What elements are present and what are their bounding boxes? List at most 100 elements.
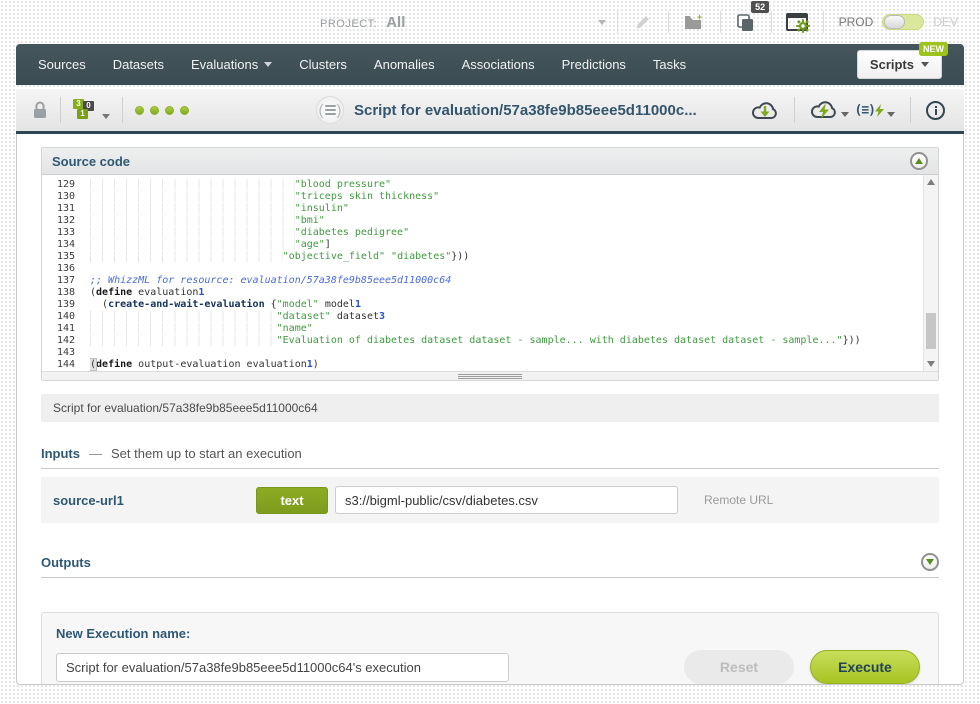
folder-plus-icon: + bbox=[684, 14, 704, 31]
divider bbox=[617, 11, 618, 33]
chevron-down-icon bbox=[926, 559, 934, 565]
top-header: PROJECT: All + 52 bbox=[0, 0, 980, 44]
chevron-down-icon bbox=[887, 112, 895, 117]
divider bbox=[771, 11, 772, 33]
code-line bbox=[90, 263, 922, 275]
nav-item-predictions[interactable]: Predictions bbox=[562, 57, 626, 72]
info-icon bbox=[926, 101, 945, 120]
divider bbox=[794, 97, 795, 123]
execution-panel: New Execution name: Reset Execute bbox=[41, 612, 939, 685]
switch-knob bbox=[884, 15, 905, 29]
download-button[interactable] bbox=[748, 100, 782, 121]
nav-item-associations[interactable]: Associations bbox=[462, 57, 535, 72]
resource-step-dots bbox=[135, 106, 189, 115]
line-number: 142 bbox=[42, 335, 75, 347]
scroll-up-arrow[interactable] bbox=[927, 179, 935, 185]
execution-name-input[interactable] bbox=[56, 653, 509, 682]
page-title: Script for evaluation/57a38fe9b85eee5d11… bbox=[354, 102, 697, 119]
lock-icon[interactable] bbox=[32, 100, 48, 120]
execution-row: Reset Execute bbox=[56, 650, 924, 684]
toolbar-actions: (≡) bbox=[748, 97, 948, 123]
line-number: 139 bbox=[42, 299, 75, 311]
outputs-title: Outputs bbox=[41, 555, 91, 570]
code-editor[interactable]: 1291301311321331341351361371381391401411… bbox=[42, 175, 938, 371]
tasks-count-badge: 52 bbox=[751, 1, 769, 13]
project-select[interactable]: PROJECT: All bbox=[320, 14, 606, 31]
nav-item-anomalies[interactable]: Anomalies bbox=[374, 57, 435, 72]
input-row: source-url1 text Remote URL bbox=[41, 477, 939, 523]
nav-item-datasets[interactable]: Datasets bbox=[113, 57, 164, 72]
main-content: Source code 1291301311321331341351361371… bbox=[16, 134, 964, 685]
resource-toolbar: 3 0 1 () Script for evaluation/57a38fe9b… bbox=[16, 89, 964, 134]
line-number: 132 bbox=[42, 215, 75, 227]
script-icon: () bbox=[316, 96, 344, 124]
code-line: (define evaluation1 bbox=[90, 287, 922, 299]
grip-icon bbox=[458, 374, 522, 379]
cloud-execute-menu[interactable] bbox=[807, 100, 852, 121]
divider bbox=[668, 11, 669, 33]
source-url-input[interactable] bbox=[335, 486, 678, 514]
svg-text:+: + bbox=[697, 14, 702, 22]
nav-item-tasks[interactable]: Tasks bbox=[653, 57, 686, 72]
step-dot[interactable] bbox=[150, 106, 159, 115]
code-vertical-scrollbar[interactable] bbox=[923, 175, 938, 371]
line-number: 137 bbox=[42, 275, 75, 287]
line-number: 141 bbox=[42, 323, 75, 335]
new-project-button[interactable]: + bbox=[680, 8, 709, 36]
prod-label: PROD bbox=[839, 15, 874, 29]
resource-counter-menu[interactable]: 3 0 1 bbox=[73, 99, 110, 121]
code-line bbox=[90, 347, 922, 359]
pages-icon bbox=[736, 13, 756, 32]
project-value: All bbox=[386, 14, 405, 31]
scripts-button-label: Scripts bbox=[870, 57, 914, 72]
scripts-button[interactable]: Scripts NEW bbox=[857, 50, 942, 79]
code-line: "insulin" bbox=[90, 203, 922, 215]
execution-name-label: New Execution name: bbox=[56, 626, 924, 641]
source-code-header: Source code bbox=[42, 148, 938, 175]
input-type-button[interactable]: text bbox=[256, 487, 328, 514]
code-line: "name" bbox=[90, 323, 922, 335]
nav-item-sources[interactable]: Sources bbox=[38, 57, 86, 72]
code-line: ;; WhizzML for resource: evaluation/57a3… bbox=[90, 275, 922, 287]
dev-label: DEV bbox=[933, 15, 958, 29]
line-number: 138 bbox=[42, 287, 75, 299]
execute-button[interactable]: Execute bbox=[810, 650, 920, 684]
step-dot[interactable] bbox=[165, 106, 174, 115]
scrollbar-thumb[interactable] bbox=[926, 313, 936, 349]
editor-resize-handle[interactable] bbox=[42, 371, 938, 380]
script-description: Script for evaluation/57a38fe9b85eee5d11… bbox=[41, 394, 939, 422]
code-line: "dataset" dataset3 bbox=[90, 311, 922, 323]
divider bbox=[60, 97, 61, 123]
cloud-lightning-icon bbox=[810, 100, 838, 121]
dash: — bbox=[89, 446, 102, 461]
project-label: PROJECT: bbox=[320, 18, 377, 30]
main-nav: Sources Datasets Evaluations Clusters An… bbox=[16, 44, 964, 85]
prod-dev-switch[interactable] bbox=[882, 14, 924, 30]
chevron-down-icon bbox=[264, 62, 272, 67]
script-execute-menu[interactable]: (≡) bbox=[852, 103, 898, 118]
tasks-queue-button[interactable]: 52 bbox=[732, 8, 761, 36]
resource-counter-icon: 3 0 1 bbox=[73, 99, 99, 121]
code-line: (define output-evaluation evaluation1) bbox=[90, 359, 922, 371]
window-gear-icon bbox=[786, 13, 808, 31]
step-dot[interactable] bbox=[180, 106, 189, 115]
line-number: 140 bbox=[42, 311, 75, 323]
code-line: "triceps skin thickness" bbox=[90, 191, 922, 203]
reset-button[interactable]: Reset bbox=[684, 650, 794, 684]
nav-item-clusters[interactable]: Clusters bbox=[299, 57, 347, 72]
expand-outputs-button[interactable] bbox=[921, 553, 939, 571]
scroll-down-arrow[interactable] bbox=[927, 361, 935, 367]
collapse-source-button[interactable] bbox=[910, 152, 928, 170]
input-name: source-url1 bbox=[53, 493, 256, 508]
code-line: "objective_field" "diabetes"})) bbox=[90, 251, 922, 263]
info-button[interactable] bbox=[923, 101, 948, 120]
settings-button[interactable] bbox=[783, 8, 812, 36]
source-code-title: Source code bbox=[52, 154, 130, 169]
inputs-title: Inputs bbox=[41, 446, 80, 461]
step-dot[interactable] bbox=[135, 106, 144, 115]
divider bbox=[823, 11, 824, 33]
chevron-down-icon bbox=[921, 62, 929, 67]
code-gutter: 1291301311321331341351361371381391401411… bbox=[42, 179, 90, 371]
nav-item-evaluations[interactable]: Evaluations bbox=[191, 57, 272, 72]
edit-project-button[interactable] bbox=[629, 8, 658, 36]
